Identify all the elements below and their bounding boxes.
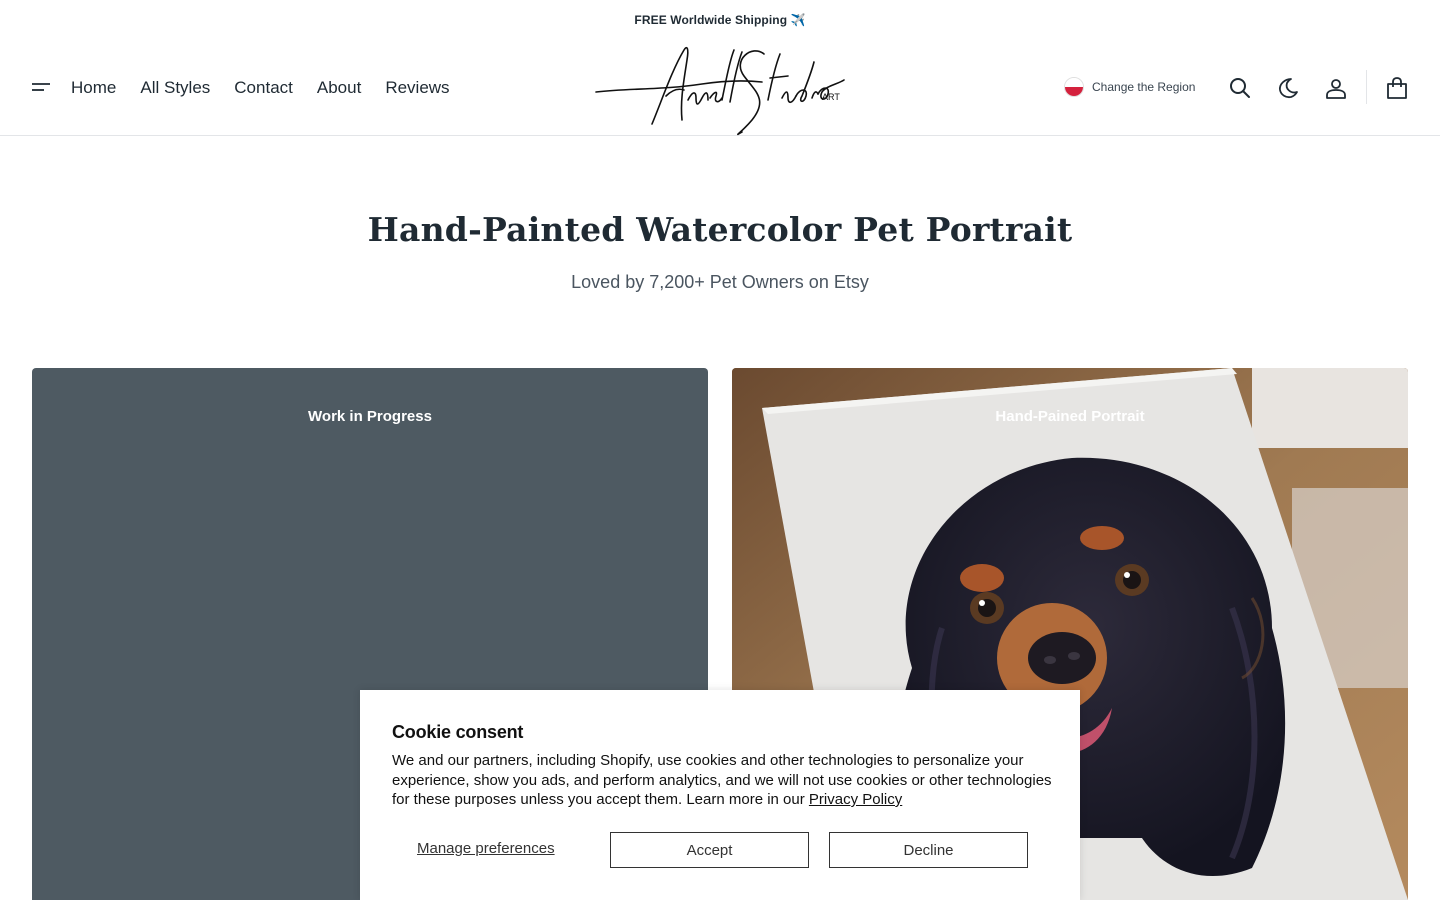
page-title: Hand-Painted Watercolor Pet Portrait (367, 210, 1073, 249)
site-logo[interactable]: ART (592, 40, 848, 138)
header-divider (1366, 70, 1367, 104)
announcement-bar: FREE Worldwide Shipping ✈️ (0, 0, 1440, 40)
search-icon[interactable] (1228, 76, 1252, 100)
nav-about[interactable]: About (317, 78, 361, 98)
privacy-policy-link[interactable]: Privacy Policy (809, 791, 902, 808)
cookie-body-text: We and our partners, including Shopify, … (392, 752, 1052, 808)
poland-flag-icon (1064, 77, 1084, 97)
cookie-consent-banner: Cookie consent We and our partners, incl… (360, 690, 1080, 900)
manage-preferences-link[interactable]: Manage preferences (417, 840, 555, 857)
accept-button[interactable]: Accept (610, 832, 809, 868)
nav-home[interactable]: Home (71, 78, 116, 98)
logo-tag: ART (822, 92, 840, 102)
site-header: Home All Styles Contact About Reviews AR… (0, 40, 1440, 136)
nav-all-styles[interactable]: All Styles (140, 78, 210, 98)
region-label: Change the Region (1092, 80, 1196, 94)
bag-icon[interactable] (1385, 76, 1409, 100)
cookie-body: We and our partners, including Shopify, … (392, 751, 1052, 810)
nav-contact[interactable]: Contact (234, 78, 293, 98)
cookie-title: Cookie consent (392, 722, 524, 742)
user-icon[interactable] (1324, 76, 1348, 100)
card-label: Hand-Pained Portrait (995, 408, 1145, 425)
region-selector[interactable]: Change the Region (1064, 77, 1195, 97)
page-subtitle: Loved by 7,200+ Pet Owners on Etsy (571, 272, 869, 292)
announcement-text: FREE Worldwide Shipping ✈️ (634, 13, 806, 27)
card-label: Work in Progress (308, 408, 432, 425)
decline-button[interactable]: Decline (829, 832, 1028, 868)
nav-reviews[interactable]: Reviews (385, 78, 449, 98)
moon-icon[interactable] (1276, 76, 1300, 100)
main-nav: Home All Styles Contact About Reviews (71, 78, 474, 98)
menu-icon[interactable] (32, 80, 50, 94)
cookie-actions: Manage preferences Accept Decline (392, 832, 1048, 868)
